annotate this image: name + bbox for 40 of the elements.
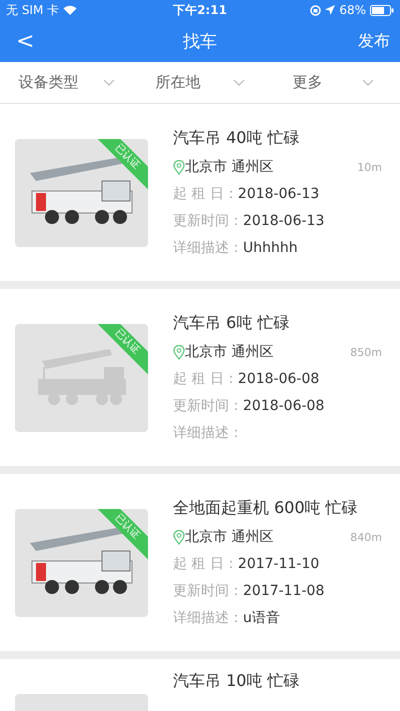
listing-card[interactable]: 已认证 全地面起重机 600吨 忙碌 北京市 通州区 840m 起 租 日：2017-11-10 更新时间：2017-11-08 详细描述：u语音 — [0, 474, 400, 651]
battery-percent-text: 68% — [339, 3, 366, 17]
field-value: 2017-11-10 — [238, 556, 320, 572]
field-value: 2018-06-13 — [243, 213, 324, 229]
listing-card[interactable]: 已认证 汽车吊 6吨 忙碌 北京市 通州区 850m 起 租 日：2018-06-08 更新时间：2018-06-08 详细描述： — [0, 289, 400, 466]
field-value: 2018-06-08 — [238, 371, 320, 387]
listing-card[interactable]: 汽车吊 10吨 忙碌 — [0, 659, 400, 711]
distance-text: 10m — [357, 160, 382, 174]
field-label: 起 租 日： — [173, 555, 238, 573]
listing-title: 全地面起重机 600吨 忙碌 — [173, 498, 359, 519]
field-label: 详细描述： — [173, 239, 243, 257]
filter-dropdown[interactable]: 所在地 — [133, 62, 267, 103]
field-label: 起 租 日： — [173, 185, 238, 203]
publish-button[interactable]: 发布 — [340, 30, 390, 52]
field-label: 详细描述： — [173, 424, 243, 442]
carrier-text: 无 SIM 卡 — [6, 2, 60, 18]
location-text: 北京市 通州区 — [185, 528, 274, 546]
back-button[interactable]: < — [10, 28, 60, 54]
field-value: 2018-06-08 — [243, 398, 324, 414]
field-label: 更新时间： — [173, 397, 243, 415]
location-text: 北京市 通州区 — [185, 158, 274, 176]
filter-dropdown[interactable]: 更多 — [266, 62, 400, 103]
clock-text: 下午2:11 — [173, 2, 227, 18]
field-label: 更新时间： — [173, 212, 243, 230]
listing-title: 汽车吊 6吨 忙碌 — [173, 313, 290, 334]
field-value: 2018-06-13 — [238, 186, 320, 202]
field-label: 详细描述： — [173, 609, 243, 627]
listing-title: 汽车吊 40吨 忙碌 — [173, 128, 301, 149]
filter-dropdown[interactable]: 设备类型 — [0, 62, 134, 103]
field-value: 2017-11-08 — [243, 583, 324, 599]
field-value: u语音 — [243, 609, 280, 627]
location-text: 北京市 通州区 — [185, 343, 274, 361]
listing-card[interactable]: 已认证 汽车吊 40吨 忙碌 北京市 通州区 10m 起 租 日：2018-06-13 更新时间：2018-06-13 详细描述：Uhhhhh — [0, 104, 400, 281]
listing-title: 汽车吊 10吨 忙碌 — [173, 671, 301, 692]
field-label: 起 租 日： — [173, 370, 238, 388]
page-title: 找车 — [183, 30, 217, 52]
distance-text: 840m — [350, 530, 382, 544]
field-value: Uhhhhh — [243, 240, 298, 256]
distance-text: 850m — [350, 346, 382, 358]
field-label: 更新时间： — [173, 582, 243, 600]
